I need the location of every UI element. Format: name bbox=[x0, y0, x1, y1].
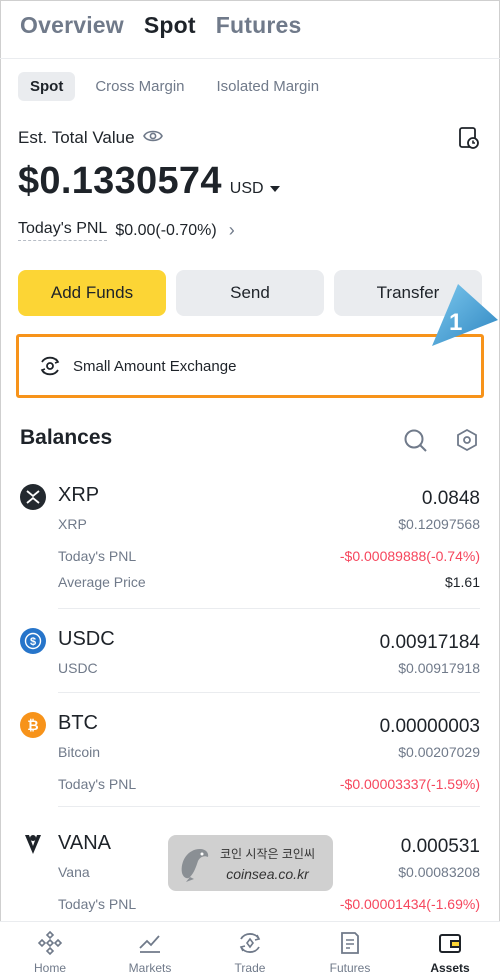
nav-futures-label: Futures bbox=[329, 961, 371, 975]
svg-text:₿: ₿ bbox=[27, 717, 38, 733]
annotation-number: 1 bbox=[449, 309, 462, 336]
coin-pnl-label: Today's PNL bbox=[58, 896, 137, 912]
divider bbox=[58, 608, 480, 609]
nav-assets-label: Assets bbox=[430, 961, 470, 975]
coin-pnl-label: Today's PNL bbox=[58, 548, 137, 564]
coin-amount: 0.00000003 bbox=[379, 716, 480, 737]
currency-label: USD bbox=[229, 180, 264, 197]
add-funds-button[interactable]: Add Funds bbox=[18, 270, 166, 316]
dolphin-logo-icon bbox=[181, 849, 209, 882]
todays-pnl-row[interactable]: Today's PNL $0.00(-0.70%) › bbox=[18, 220, 235, 241]
coin-usd-value: $0.00207029 bbox=[398, 744, 480, 760]
sub-tabs: Spot Cross Margin Isolated Margin bbox=[18, 72, 339, 101]
annotation-arrow-icon: 1 bbox=[428, 282, 500, 348]
xrp-icon bbox=[20, 484, 46, 510]
futures-document-icon bbox=[341, 932, 359, 954]
history-icon[interactable] bbox=[458, 126, 480, 150]
coin-pnl-value: -$0.00003337(-1.59%) bbox=[339, 776, 480, 792]
search-icon[interactable] bbox=[403, 428, 429, 454]
coin-symbol: XRP bbox=[58, 484, 100, 506]
bitcoin-icon: ₿ bbox=[20, 712, 46, 738]
balances-title: Balances bbox=[20, 426, 113, 449]
watermark-url: coinsea.co.kr bbox=[226, 865, 309, 882]
exchange-icon bbox=[40, 356, 60, 376]
eye-icon[interactable] bbox=[142, 129, 163, 148]
watermark-text: 코인 시작은 코인씨 coinsea.co.kr bbox=[220, 845, 315, 882]
nav-home[interactable]: Home bbox=[0, 922, 100, 979]
coin-name: Bitcoin bbox=[58, 744, 101, 760]
divider bbox=[58, 806, 480, 807]
tab-futures[interactable]: Futures bbox=[216, 12, 302, 39]
coin-avg-label: Average Price bbox=[58, 574, 146, 590]
chart-line-icon bbox=[139, 935, 160, 953]
total-value-row: $0.1330574 USD bbox=[18, 160, 280, 203]
subtab-cross-margin[interactable]: Cross Margin bbox=[83, 72, 196, 101]
currency-select[interactable]: USD bbox=[230, 180, 280, 198]
coin-usd-value: $0.00083208 bbox=[398, 864, 480, 880]
coin-symbol: BTC bbox=[58, 712, 98, 734]
nav-trade[interactable]: Trade bbox=[200, 922, 300, 979]
coin-name: XRP bbox=[58, 516, 87, 532]
coin-symbol: VANA bbox=[58, 832, 111, 854]
coin-pnl-label: Today's PNL bbox=[58, 776, 137, 792]
svg-text:$: $ bbox=[30, 636, 36, 648]
est-total-label: Est. Total Value bbox=[18, 128, 135, 147]
watermark-korean: 코인 시작은 코인씨 bbox=[220, 846, 315, 861]
nav-markets[interactable]: Markets bbox=[100, 922, 200, 979]
caret-down-icon bbox=[269, 185, 280, 192]
coin-pnl-value: -$0.00089888(-0.74%) bbox=[339, 548, 480, 564]
usdc-icon: $ bbox=[20, 628, 46, 654]
coin-symbol: USDC bbox=[58, 628, 115, 650]
nav-trade-label: Trade bbox=[234, 961, 266, 975]
vana-icon bbox=[20, 832, 46, 858]
coin-pnl-value: -$0.00001434(-1.69%) bbox=[339, 896, 480, 912]
tab-spot[interactable]: Spot bbox=[144, 12, 196, 39]
divider bbox=[0, 58, 500, 59]
bottom-nav: Home Markets Trade Futures Assets bbox=[0, 921, 500, 979]
est-total-row: Est. Total Value bbox=[18, 128, 163, 148]
divider bbox=[58, 692, 480, 693]
send-button[interactable]: Send bbox=[176, 270, 324, 316]
coin-name: Vana bbox=[58, 864, 90, 880]
nav-markets-label: Markets bbox=[128, 961, 172, 975]
coin-amount: 0.000531 bbox=[400, 836, 480, 857]
nav-home-label: Home bbox=[33, 961, 66, 975]
coin-name: USDC bbox=[58, 660, 98, 676]
watermark: 코인 시작은 코인씨 coinsea.co.kr bbox=[168, 835, 333, 891]
coin-amount: 0.00917184 bbox=[379, 632, 480, 653]
tab-overview[interactable]: Overview bbox=[20, 12, 124, 39]
coin-avg-value: $1.61 bbox=[444, 574, 480, 590]
nav-assets[interactable]: Assets bbox=[400, 922, 500, 979]
coin-usd-value: $0.12097568 bbox=[398, 516, 480, 532]
total-value: $0.1330574 bbox=[18, 160, 222, 202]
action-buttons: Add Funds Send Transfer bbox=[18, 270, 482, 316]
todays-pnl-label: Today's PNL bbox=[18, 220, 108, 241]
coin-usd-value: $0.00917918 bbox=[398, 660, 480, 676]
todays-pnl-value: $0.00(-0.70%) bbox=[115, 221, 217, 239]
trade-exchange-icon bbox=[239, 933, 261, 953]
home-diamond-icon bbox=[37, 930, 63, 956]
small-amount-exchange-label: Small Amount Exchange bbox=[73, 357, 237, 375]
small-amount-exchange-button[interactable]: Small Amount Exchange bbox=[16, 334, 484, 398]
subtab-spot[interactable]: Spot bbox=[18, 72, 76, 101]
top-tabs: Overview Spot Futures bbox=[20, 12, 302, 39]
settings-hex-icon[interactable] bbox=[456, 428, 478, 452]
subtab-isolated-margin[interactable]: Isolated Margin bbox=[205, 72, 332, 101]
chevron-right-icon: › bbox=[228, 220, 235, 240]
nav-futures[interactable]: Futures bbox=[300, 922, 400, 979]
wallet-icon bbox=[439, 934, 461, 953]
coin-amount: 0.0848 bbox=[421, 488, 480, 509]
